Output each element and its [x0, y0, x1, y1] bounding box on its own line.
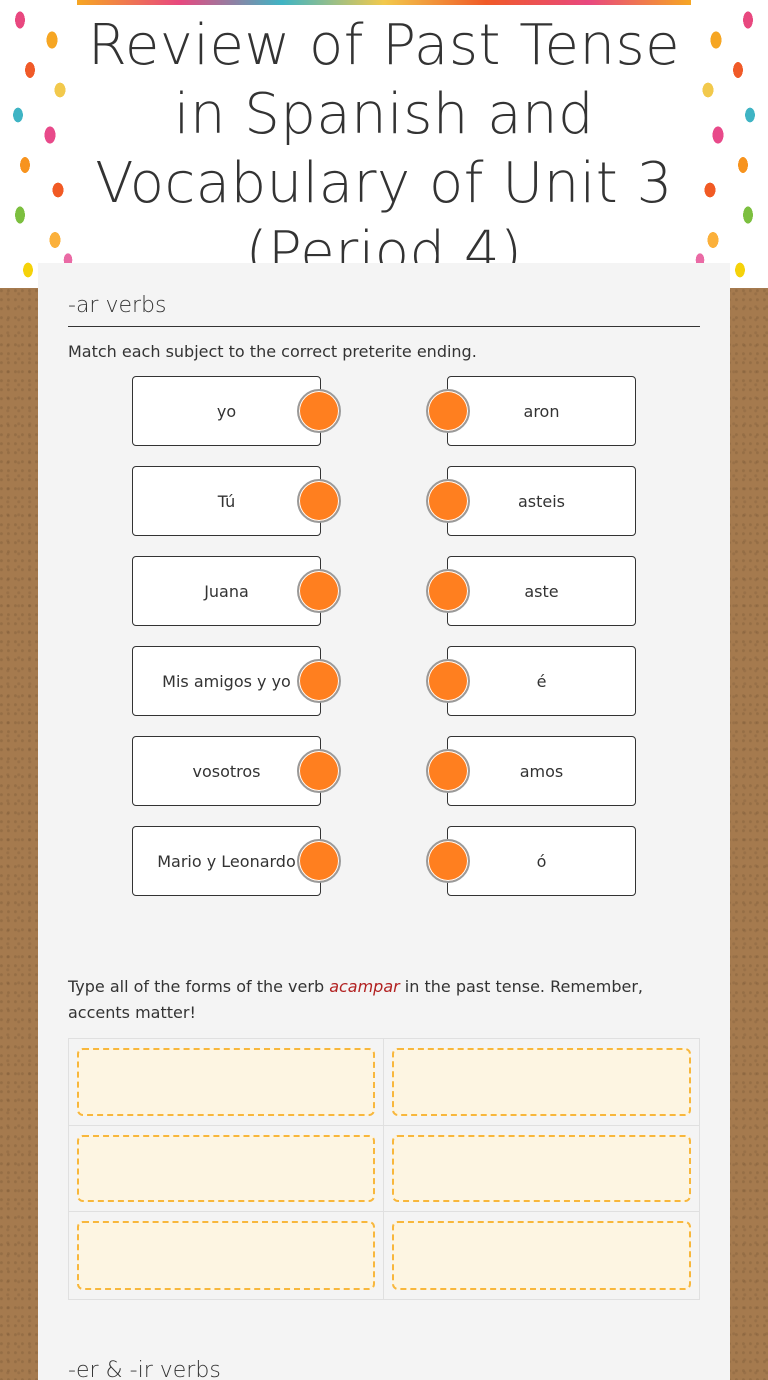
match-right-item[interactable]: é: [447, 646, 636, 716]
connector-dot-right[interactable]: [426, 749, 470, 793]
connector-dot-left[interactable]: [297, 569, 341, 613]
connector-dot-left[interactable]: [297, 749, 341, 793]
match-left-label: Tú: [217, 491, 236, 511]
match-right-label: é: [536, 671, 547, 691]
answer-grid: [68, 1038, 700, 1300]
instruction-text-before: Type all of the forms of the verb: [68, 977, 330, 996]
connector-dot-left[interactable]: [297, 839, 341, 883]
match-right-label: asteis: [517, 491, 566, 511]
match-right-item[interactable]: ó: [447, 826, 636, 896]
answer-cell: [384, 1212, 699, 1299]
answer-input[interactable]: [77, 1221, 375, 1290]
match-left-item[interactable]: Mis amigos y yo: [132, 646, 321, 716]
answer-input[interactable]: [392, 1221, 691, 1290]
page-title: Review of Past Tense in Spanish and Voca…: [87, 13, 681, 285]
answer-input[interactable]: [77, 1134, 375, 1203]
highlighted-verb: acampar: [329, 977, 400, 996]
matching-instruction: Match each subject to the correct preter…: [68, 342, 477, 361]
connector-dot-right[interactable]: [426, 659, 470, 703]
match-right-label: aste: [524, 581, 559, 601]
connector-dot-right[interactable]: [426, 389, 470, 433]
match-left-item[interactable]: Juana: [132, 556, 321, 626]
match-right-item[interactable]: asteis: [447, 466, 636, 536]
match-left-item[interactable]: Tú: [132, 466, 321, 536]
connector-dot-left[interactable]: [297, 389, 341, 433]
section-heading-er-ir-verbs: -er & -ir verbs: [68, 1358, 221, 1380]
answer-input[interactable]: [77, 1048, 375, 1116]
match-right-label: aron: [523, 401, 560, 421]
header-banner: Review of Past Tense in Spanish and Voca…: [0, 0, 768, 288]
match-left-item[interactable]: Mario y Leonardo: [132, 826, 321, 896]
answer-input[interactable]: [392, 1048, 691, 1116]
match-right-label: ó: [536, 851, 547, 871]
match-left-label: yo: [216, 401, 237, 421]
worksheet: -ar verbs Match each subject to the corr…: [38, 263, 730, 1380]
answer-cell: [69, 1039, 384, 1126]
match-left-label: Mario y Leonardo: [157, 851, 296, 871]
match-right-label: amos: [519, 761, 564, 781]
answer-cell: [384, 1126, 699, 1213]
title-box: Review of Past Tense in Spanish and Voca…: [77, 5, 691, 288]
connector-dot-right[interactable]: [426, 569, 470, 613]
fill-in-instruction: Type all of the forms of the verb acampa…: [68, 974, 668, 1026]
match-left-label: Juana: [204, 581, 249, 601]
match-left-item[interactable]: yo: [132, 376, 321, 446]
match-left-item[interactable]: vosotros: [132, 736, 321, 806]
match-left-label: vosotros: [192, 761, 261, 781]
answer-cell: [384, 1039, 699, 1126]
connector-dot-right[interactable]: [426, 839, 470, 883]
connector-dot-left[interactable]: [297, 479, 341, 523]
answer-input[interactable]: [392, 1134, 691, 1203]
connector-dot-left[interactable]: [297, 659, 341, 703]
leaf-pattern-right: [690, 0, 768, 288]
connector-dot-right[interactable]: [426, 479, 470, 523]
leaf-pattern-left: [0, 0, 80, 288]
answer-cell: [69, 1212, 384, 1299]
match-right-item[interactable]: aron: [447, 376, 636, 446]
section-heading-ar-verbs: -ar verbs: [68, 293, 700, 327]
answer-cell: [69, 1125, 384, 1213]
match-right-item[interactable]: aste: [447, 556, 636, 626]
match-left-label: Mis amigos y yo: [162, 671, 291, 691]
match-right-item[interactable]: amos: [447, 736, 636, 806]
